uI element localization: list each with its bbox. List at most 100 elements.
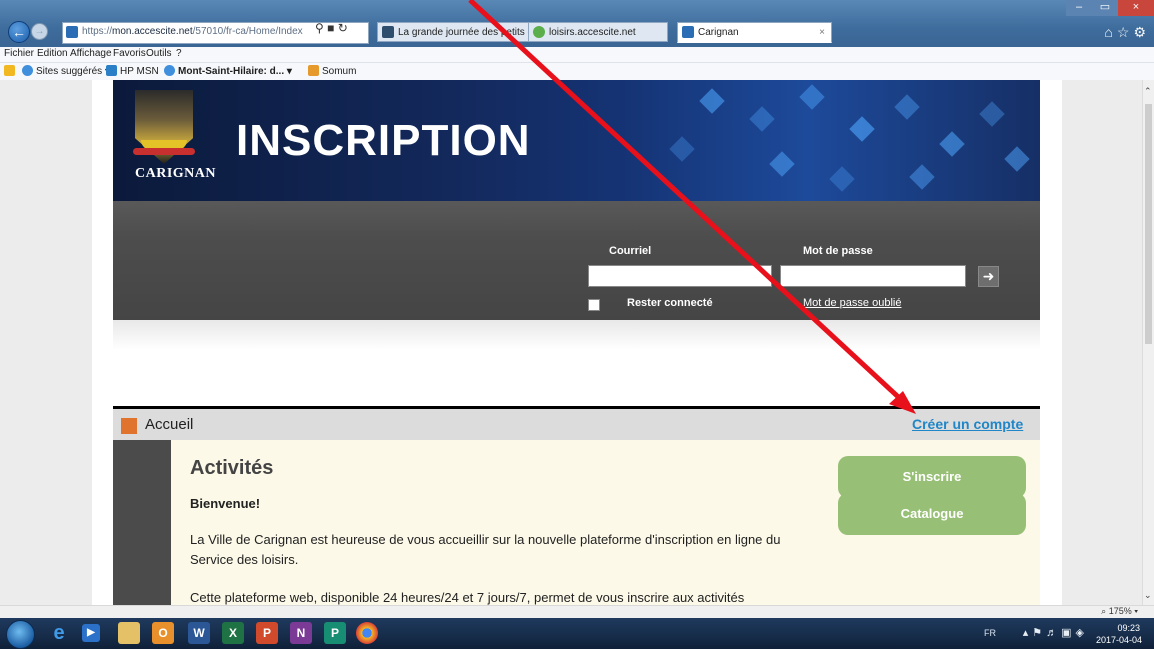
tray-icons: ▴⚑♬▣◈ bbox=[1023, 626, 1088, 639]
fav-somum[interactable]: Somum bbox=[308, 65, 356, 77]
minimize-button[interactable]: – bbox=[1066, 0, 1092, 16]
word-icon[interactable]: W bbox=[188, 622, 210, 644]
clock-date[interactable]: 2017-04-04 bbox=[1096, 635, 1142, 645]
banner-decor bbox=[894, 94, 920, 120]
forgot-password-link[interactable]: Mot de passe oublié bbox=[803, 297, 901, 309]
menu-edition[interactable]: Edition bbox=[37, 48, 68, 59]
powerpoint-icon[interactable]: P bbox=[256, 622, 278, 644]
email-label: Courriel bbox=[609, 245, 652, 257]
start-button[interactable] bbox=[6, 620, 35, 649]
vertical-scrollbar[interactable]: ⌃ ⌄ bbox=[1142, 80, 1154, 605]
banner-decor bbox=[849, 116, 875, 142]
status-bar: ⌕ 175% ▾ bbox=[0, 605, 1154, 619]
tab-favicon-icon bbox=[682, 26, 694, 38]
flag-icon[interactable]: ⚑ bbox=[1032, 627, 1046, 639]
address-text: https://mon.accescite.net/57010/fr-ca/Ho… bbox=[82, 26, 303, 37]
home-icon[interactable]: ⌂ bbox=[1104, 24, 1116, 40]
tab-label: loisirs.accescite.net bbox=[549, 27, 636, 38]
arrow-right-icon: ➜ bbox=[982, 268, 995, 284]
windows-taskbar: e ▶ O W X P N P FR ▴⚑♬▣◈ 09:23 2017-04-0… bbox=[0, 618, 1154, 649]
fav-hp-msn[interactable]: HP MSN bbox=[106, 65, 159, 77]
register-button[interactable]: S'inscrire bbox=[838, 456, 1026, 498]
zoom-level[interactable]: ⌕ 175% ▾ bbox=[1101, 606, 1138, 617]
tab-carignan[interactable]: Carignan × bbox=[677, 22, 832, 43]
logo-ribbon bbox=[133, 148, 195, 155]
language-indicator[interactable]: FR bbox=[984, 628, 996, 638]
maximize-button[interactable]: ▭ bbox=[1092, 0, 1118, 16]
email-field[interactable] bbox=[588, 265, 772, 287]
scroll-down-icon[interactable]: ⌄ bbox=[1144, 590, 1152, 601]
intro-paragraph-2: Cette plateforme web, disponible 24 heur… bbox=[190, 590, 745, 605]
chrome-icon[interactable] bbox=[356, 622, 378, 644]
catalog-button[interactable]: Catalogue bbox=[838, 493, 1026, 535]
login-submit-button[interactable]: ➜ bbox=[978, 266, 999, 287]
favorites-star-icon[interactable]: ☆ bbox=[1117, 24, 1134, 40]
site-favicon-icon bbox=[66, 26, 78, 38]
logo-name: CARIGNAN bbox=[135, 166, 216, 181]
banner-decor bbox=[749, 106, 775, 132]
browser-right-icons: ⌂☆⚙ bbox=[1104, 24, 1150, 41]
side-panel bbox=[113, 440, 171, 605]
main-content: Activités Bienvenue! La Ville de Carigna… bbox=[171, 440, 1040, 605]
close-tab-icon[interactable]: × bbox=[819, 23, 825, 42]
network-icon[interactable]: ▣ bbox=[1061, 627, 1075, 639]
clock-time[interactable]: 09:23 bbox=[1117, 623, 1140, 633]
banner-decor bbox=[979, 101, 1005, 127]
gear-icon[interactable]: ⚙ bbox=[1133, 24, 1150, 40]
menu-affichage[interactable]: Affichage bbox=[70, 48, 112, 59]
back-button[interactable]: ← bbox=[8, 21, 30, 43]
security-icon[interactable]: ◈ bbox=[1076, 627, 1088, 639]
file-explorer-icon[interactable] bbox=[118, 622, 140, 644]
tab-label: La grande journée des petits e... bbox=[398, 27, 542, 38]
browser-titlebar: ← → https://mon.accescite.net/57010/fr-c… bbox=[0, 0, 1154, 47]
excel-icon[interactable]: X bbox=[222, 622, 244, 644]
window-controls: – ▭ × bbox=[1066, 0, 1154, 16]
publisher-icon[interactable]: P bbox=[324, 622, 346, 644]
outlook-icon[interactable]: O bbox=[152, 622, 174, 644]
fav-star-icon[interactable] bbox=[4, 65, 18, 77]
somum-icon bbox=[308, 65, 319, 76]
close-window-button[interactable]: × bbox=[1118, 0, 1154, 16]
banner-decor bbox=[1004, 146, 1030, 172]
header-banner: CARIGNAN INSCRIPTION bbox=[113, 80, 1040, 201]
section-title: Activités bbox=[190, 457, 274, 479]
lock-icon[interactable]: ■ bbox=[327, 21, 334, 35]
tab-grande-journee[interactable]: La grande journée des petits e... bbox=[377, 22, 542, 42]
search-icon[interactable]: ⚲ bbox=[315, 21, 324, 35]
menu-outils[interactable]: Outils bbox=[146, 48, 172, 59]
fav-sites-suggeres[interactable]: Sites suggérés ▾ bbox=[22, 65, 110, 77]
banner-decor bbox=[799, 84, 825, 110]
breadcrumb-accueil[interactable]: Accueil bbox=[145, 416, 193, 433]
app-icon[interactable]: ▶ bbox=[82, 624, 100, 642]
menu-bar: Fichier Edition Affichage Favoris Outils… bbox=[0, 47, 1154, 63]
volume-icon[interactable]: ♬ bbox=[1046, 627, 1061, 639]
ie-icon bbox=[22, 65, 33, 76]
banner-decor bbox=[669, 136, 695, 162]
tab-favicon-icon bbox=[382, 26, 394, 38]
page-title: INSCRIPTION bbox=[236, 116, 531, 165]
menu-help[interactable]: ? bbox=[176, 48, 182, 59]
page-sheet: CARIGNAN INSCRIPTION Courriel Mot de pas… bbox=[92, 80, 1062, 605]
tab-label: Carignan bbox=[698, 27, 739, 38]
scroll-thumb[interactable] bbox=[1145, 104, 1152, 344]
favorites-bar: Sites suggérés ▾ HP MSN Mont-Saint-Hilai… bbox=[0, 63, 1154, 81]
onenote-icon[interactable]: N bbox=[290, 622, 312, 644]
msn-icon bbox=[106, 65, 117, 76]
menu-fichier[interactable]: Fichier bbox=[4, 48, 34, 59]
forward-button[interactable]: → bbox=[31, 23, 48, 40]
menu-favoris[interactable]: Favoris bbox=[113, 48, 146, 59]
create-account-link[interactable]: Créer un compte bbox=[912, 416, 1023, 432]
banner-decor bbox=[829, 166, 855, 192]
banner-decor bbox=[699, 88, 725, 114]
scroll-up-icon[interactable]: ⌃ bbox=[1144, 86, 1152, 97]
tab-favicon-icon bbox=[533, 26, 545, 38]
tab-loisirs[interactable]: loisirs.accescite.net bbox=[528, 22, 668, 42]
refresh-icon[interactable]: ↻ bbox=[338, 21, 348, 35]
banner-decor bbox=[939, 131, 965, 157]
internet-explorer-icon[interactable]: e bbox=[48, 622, 70, 644]
remember-checkbox[interactable] bbox=[588, 299, 600, 311]
fav-mont-saint-hilaire[interactable]: Mont-Saint-Hilaire: d... ▾ bbox=[164, 65, 292, 77]
tray-up-icon[interactable]: ▴ bbox=[1023, 627, 1033, 639]
password-field[interactable] bbox=[780, 265, 966, 287]
ie-icon bbox=[164, 65, 175, 76]
